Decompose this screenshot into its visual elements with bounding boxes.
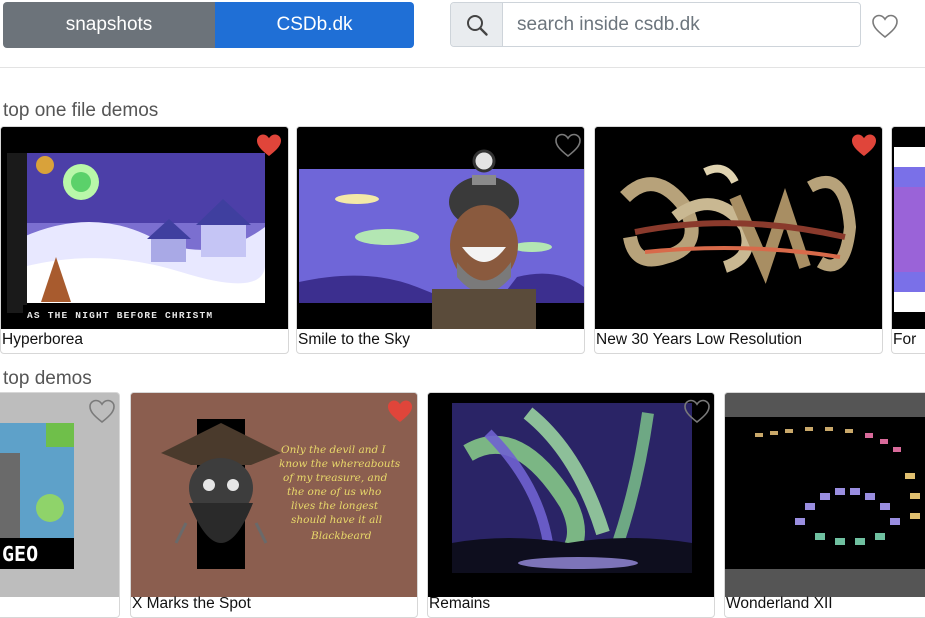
- svg-text:Only the devil and I: Only the devil and I: [281, 444, 387, 456]
- heart-icon[interactable]: [88, 398, 116, 424]
- section-title-top-one-file-demos: top one file demos: [3, 100, 159, 121]
- header-divider: [0, 67, 925, 68]
- csdb-button[interactable]: CSDb.dk: [215, 2, 414, 48]
- demo-card-partial[interactable]: GEO: [0, 392, 120, 618]
- svg-text:lives the longest: lives the longest: [291, 500, 379, 512]
- demo-thumbnail: [428, 393, 714, 597]
- demo-thumbnail: [725, 393, 925, 597]
- svg-text:the one of us who: the one of us who: [287, 486, 381, 498]
- demo-title: Hyperborea: [2, 331, 83, 348]
- demo-title: Wonderland XII: [726, 595, 833, 612]
- svg-text:know the whereabouts: know the whereabouts: [279, 458, 401, 470]
- demo-card-for[interactable]: For: [891, 126, 925, 354]
- source-toggle: snapshots CSDb.dk: [3, 2, 414, 48]
- demo-title: X Marks the Spot: [132, 595, 251, 612]
- heart-icon[interactable]: [386, 398, 414, 424]
- search-bar: [450, 2, 861, 47]
- svg-text:of my treasure, and: of my treasure, and: [283, 472, 388, 484]
- demo-thumbnail: Only the devil and I know the whereabout…: [131, 393, 417, 597]
- demo-thumbnail: [595, 127, 882, 329]
- heart-icon[interactable]: [255, 132, 283, 158]
- hyperborea-banner-text: AS THE NIGHT BEFORE CHRISTM: [27, 310, 213, 321]
- demo-title: New 30 Years Low Resolution: [596, 331, 802, 348]
- heart-icon[interactable]: [850, 132, 878, 158]
- demo-title: Smile to the Sky: [298, 331, 410, 348]
- demo-card-remains[interactable]: Remains: [427, 392, 715, 618]
- search-input[interactable]: [503, 3, 860, 46]
- search-icon: [466, 14, 488, 36]
- favorites-heart-icon[interactable]: [871, 12, 899, 40]
- search-button[interactable]: [451, 3, 503, 46]
- svg-text:should have it all: should have it all: [291, 514, 382, 526]
- svg-text:Blackbeard: Blackbeard: [310, 530, 372, 542]
- snapshots-button[interactable]: snapshots: [3, 2, 215, 48]
- demo-card-wonderland-xii[interactable]: Wonderland XII: [724, 392, 925, 618]
- demo-card-new-30-years-low-resolution[interactable]: New 30 Years Low Resolution: [594, 126, 883, 354]
- demo-title: For: [893, 331, 917, 348]
- demo-thumbnail: [297, 127, 584, 329]
- demo-thumbnail: [892, 127, 925, 329]
- heart-icon[interactable]: [554, 132, 582, 158]
- demo-card-smile-to-the-sky[interactable]: Smile to the Sky: [296, 126, 585, 354]
- heart-icon[interactable]: [683, 398, 711, 424]
- geo-text: GEO: [2, 542, 38, 566]
- demo-title: Remains: [429, 595, 491, 612]
- section-title-top-demos: top demos: [3, 368, 92, 389]
- demo-card-x-marks-the-spot[interactable]: Only the devil and I know the whereabout…: [130, 392, 418, 618]
- demo-card-hyperborea[interactable]: AS THE NIGHT BEFORE CHRISTM Hyperborea: [0, 126, 289, 354]
- demo-thumbnail: AS THE NIGHT BEFORE CHRISTM: [1, 127, 288, 329]
